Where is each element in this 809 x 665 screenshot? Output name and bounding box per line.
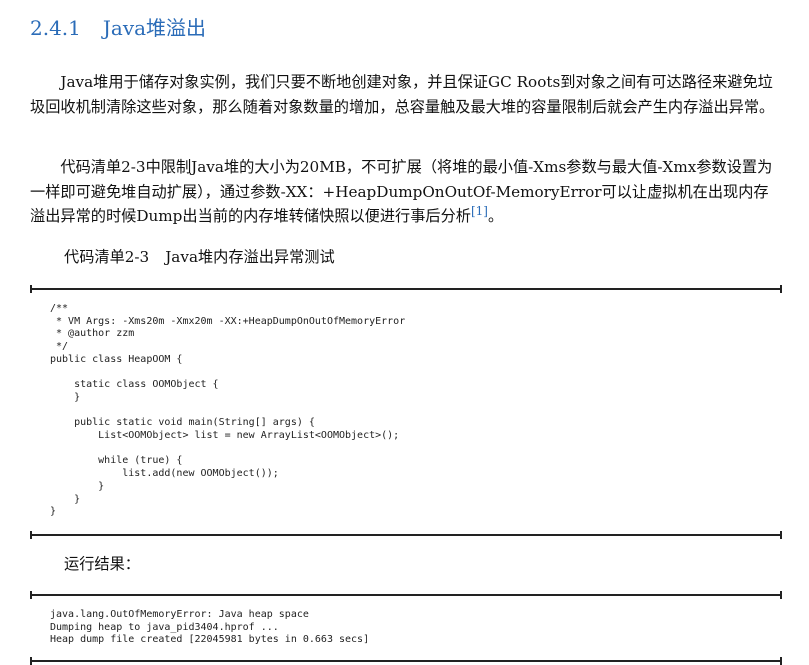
section-title: Java堆溢出 [102, 16, 207, 40]
footnote-link[interactable]: [1] [471, 204, 488, 218]
code-line: } [50, 493, 81, 505]
code-line: * @author zzm [50, 328, 135, 340]
result-label: 运行结果： [64, 555, 140, 573]
code-line: */ [50, 341, 69, 353]
result-line: java.lang.OutOfMemoryError: Java heap sp… [50, 609, 309, 620]
result-output: java.lang.OutOfMemoryError: Java heap sp… [50, 609, 369, 647]
code-line: List<OOMObject> list = new ArrayList<OOM… [50, 430, 400, 442]
code-listing-box: /** * VM Args: -Xms20m -Xmx20m -XX:+Heap… [30, 285, 782, 539]
code-block: /** * VM Args: -Xms20m -Xmx20m -XX:+Heap… [50, 303, 405, 519]
document-page: 2.4.1 Java堆溢出 Java堆用于储存对象实例，我们只要不断地创建对象，并… [0, 0, 809, 665]
code-line: public class HeapOOM { [50, 353, 183, 365]
code-line: public static void main(String[] args) { [50, 417, 315, 429]
result-line: Dumping heap to java_pid3404.hprof ... [50, 621, 279, 633]
listing-title: Java堆内存溢出异常测试 [165, 248, 335, 266]
listing-caption: 代码清单2-3 Java堆内存溢出异常测试 [64, 245, 335, 269]
paragraph-2: 代码清单2-3中限制Java堆的大小为20MB，不可扩展（将堆的最小值-Xms参… [30, 155, 782, 229]
section-number: 2.4.1 [30, 16, 81, 40]
paragraph-2-text: 代码清单2-3中限制Java堆的大小为20MB，不可扩展（将堆的最小值-Xms参… [30, 158, 773, 225]
code-line: } [50, 480, 105, 492]
section-heading: 2.4.1 Java堆溢出 [30, 14, 206, 42]
code-line: /** [50, 303, 69, 314]
code-line: while (true) { [50, 455, 183, 467]
code-line: } [50, 506, 57, 518]
code-line: list.add(new OOMObject()); [50, 468, 279, 480]
code-line: * VM Args: -Xms20m -Xmx20m -XX:+HeapDump… [50, 315, 406, 327]
code-line: static class OOMObject { [50, 379, 219, 391]
code-line: } [50, 391, 81, 403]
result-line: Heap dump file created [22045981 bytes i… [50, 634, 370, 646]
paragraph-2-tail: 。 [487, 207, 504, 225]
result-output-box: java.lang.OutOfMemoryError: Java heap sp… [30, 591, 782, 665]
paragraph-1: Java堆用于储存对象实例，我们只要不断地创建对象，并且保证GC Roots到对… [30, 73, 775, 116]
listing-label: 代码清单2-3 [64, 248, 150, 266]
